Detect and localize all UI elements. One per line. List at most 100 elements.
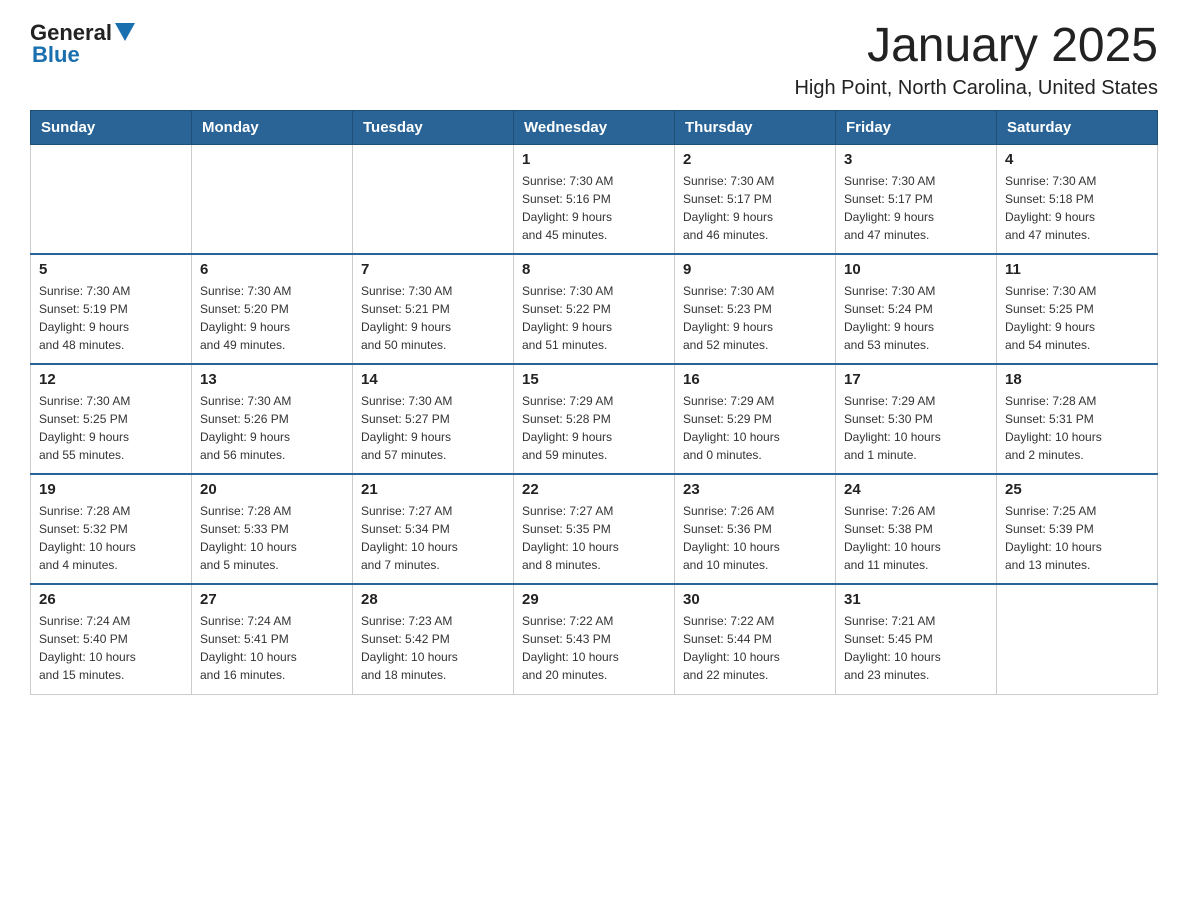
day-info: Sunrise: 7:30 AM Sunset: 5:24 PM Dayligh… [844, 282, 988, 354]
calendar-cell [192, 144, 353, 254]
calendar-cell: 31Sunrise: 7:21 AM Sunset: 5:45 PM Dayli… [836, 584, 997, 694]
calendar-cell: 5 Sunrise: 7:30 AM Sunset: 5:19 PM Daylig… [31, 254, 192, 364]
calendar-cell: 8Sunrise: 7:30 AM Sunset: 5:22 PM Daylig… [514, 254, 675, 364]
calendar-cell: 1Sunrise: 7:30 AM Sunset: 5:16 PM Daylig… [514, 144, 675, 254]
day-info: Sunrise: 7:24 AM Sunset: 5:40 PM Dayligh… [39, 612, 183, 684]
day-info: Sunrise: 7:26 AM Sunset: 5:38 PM Dayligh… [844, 502, 988, 574]
day-number: 23 [683, 481, 827, 498]
day-info: Sunrise: 7:30 AM Sunset: 5:21 PM Dayligh… [361, 282, 505, 354]
day-number: 8 [522, 261, 666, 278]
calendar-cell: 28 Sunrise: 7:23 AM Sunset: 5:42 PM Dayli… [353, 584, 514, 694]
day-number: 18 [1005, 371, 1149, 388]
calendar-cell: 4 Sunrise: 7:30 AM Sunset: 5:18 PM Daylig… [997, 144, 1158, 254]
calendar-cell: 6 Sunrise: 7:30 AM Sunset: 5:20 PM Daylig… [192, 254, 353, 364]
calendar-cell: 25 Sunrise: 7:25 AM Sunset: 5:39 PM Dayli… [997, 474, 1158, 584]
calendar-cell: 21 Sunrise: 7:27 AM Sunset: 5:34 PM Dayli… [353, 474, 514, 584]
day-info: Sunrise: 7:30 AM Sunset: 5:25 PM Dayligh… [1005, 282, 1149, 354]
day-number: 22 [522, 481, 666, 498]
calendar-cell: 16 Sunrise: 7:29 AM Sunset: 5:29 PM Dayli… [675, 364, 836, 474]
day-info: Sunrise: 7:29 AM Sunset: 5:28 PM Dayligh… [522, 392, 666, 464]
calendar-cell: 12 Sunrise: 7:30 AM Sunset: 5:25 PM Dayli… [31, 364, 192, 474]
calendar-cell: 30Sunrise: 7:22 AM Sunset: 5:44 PM Dayli… [675, 584, 836, 694]
day-number: 9 [683, 261, 827, 278]
calendar-day-header-thursday: Thursday [675, 110, 836, 144]
day-info: Sunrise: 7:25 AM Sunset: 5:39 PM Dayligh… [1005, 502, 1149, 574]
day-info: Sunrise: 7:30 AM Sunset: 5:25 PM Dayligh… [39, 392, 183, 464]
day-info: Sunrise: 7:29 AM Sunset: 5:29 PM Dayligh… [683, 392, 827, 464]
calendar-cell: 11 Sunrise: 7:30 AM Sunset: 5:25 PM Dayli… [997, 254, 1158, 364]
day-number: 16 [683, 371, 827, 388]
calendar-day-header-friday: Friday [836, 110, 997, 144]
day-info: Sunrise: 7:30 AM Sunset: 5:17 PM Dayligh… [844, 172, 988, 244]
calendar-day-header-monday: Monday [192, 110, 353, 144]
title-area: January 2025 High Point, North Carolina,… [794, 20, 1158, 100]
day-number: 6 [200, 261, 344, 278]
day-number: 28 [361, 591, 505, 608]
calendar-week-row: 5 Sunrise: 7:30 AM Sunset: 5:19 PM Daylig… [31, 254, 1158, 364]
calendar-cell: 18 Sunrise: 7:28 AM Sunset: 5:31 PM Dayli… [997, 364, 1158, 474]
day-number: 7 [361, 261, 505, 278]
calendar-cell: 3 Sunrise: 7:30 AM Sunset: 5:17 PM Daylig… [836, 144, 997, 254]
day-number: 19 [39, 481, 183, 498]
day-number: 31 [844, 591, 988, 608]
calendar-cell [31, 144, 192, 254]
calendar-cell [353, 144, 514, 254]
day-info: Sunrise: 7:30 AM Sunset: 5:16 PM Dayligh… [522, 172, 666, 244]
day-number: 10 [844, 261, 988, 278]
calendar-header-row: SundayMondayTuesdayWednesdayThursdayFrid… [31, 110, 1158, 144]
day-number: 25 [1005, 481, 1149, 498]
calendar-cell: 22 Sunrise: 7:27 AM Sunset: 5:35 PM Dayli… [514, 474, 675, 584]
day-info: Sunrise: 7:30 AM Sunset: 5:19 PM Dayligh… [39, 282, 183, 354]
calendar-cell: 2 Sunrise: 7:30 AM Sunset: 5:17 PM Daylig… [675, 144, 836, 254]
day-info: Sunrise: 7:30 AM Sunset: 5:18 PM Dayligh… [1005, 172, 1149, 244]
day-number: 17 [844, 371, 988, 388]
day-number: 4 [1005, 151, 1149, 168]
calendar-day-header-wednesday: Wednesday [514, 110, 675, 144]
day-info: Sunrise: 7:22 AM Sunset: 5:43 PM Dayligh… [522, 612, 666, 684]
calendar-cell: 29Sunrise: 7:22 AM Sunset: 5:43 PM Dayli… [514, 584, 675, 694]
day-number: 5 [39, 261, 183, 278]
logo-blue-text: Blue [32, 42, 80, 68]
calendar-day-header-tuesday: Tuesday [353, 110, 514, 144]
calendar-cell: 9Sunrise: 7:30 AM Sunset: 5:23 PM Daylig… [675, 254, 836, 364]
day-number: 3 [844, 151, 988, 168]
calendar-cell: 20 Sunrise: 7:28 AM Sunset: 5:33 PM Dayli… [192, 474, 353, 584]
day-number: 27 [200, 591, 344, 608]
day-info: Sunrise: 7:30 AM Sunset: 5:20 PM Dayligh… [200, 282, 344, 354]
day-info: Sunrise: 7:28 AM Sunset: 5:31 PM Dayligh… [1005, 392, 1149, 464]
day-number: 26 [39, 591, 183, 608]
day-info: Sunrise: 7:26 AM Sunset: 5:36 PM Dayligh… [683, 502, 827, 574]
month-title: January 2025 [794, 20, 1158, 73]
day-info: Sunrise: 7:27 AM Sunset: 5:35 PM Dayligh… [522, 502, 666, 574]
day-number: 20 [200, 481, 344, 498]
calendar-cell: 7 Sunrise: 7:30 AM Sunset: 5:21 PM Daylig… [353, 254, 514, 364]
day-info: Sunrise: 7:28 AM Sunset: 5:33 PM Dayligh… [200, 502, 344, 574]
day-number: 13 [200, 371, 344, 388]
day-number: 14 [361, 371, 505, 388]
day-info: Sunrise: 7:29 AM Sunset: 5:30 PM Dayligh… [844, 392, 988, 464]
day-info: Sunrise: 7:23 AM Sunset: 5:42 PM Dayligh… [361, 612, 505, 684]
day-info: Sunrise: 7:24 AM Sunset: 5:41 PM Dayligh… [200, 612, 344, 684]
logo: General Blue [30, 20, 135, 68]
day-number: 2 [683, 151, 827, 168]
calendar-cell: 10 Sunrise: 7:30 AM Sunset: 5:24 PM Dayli… [836, 254, 997, 364]
location-title: High Point, North Carolina, United State… [794, 77, 1158, 100]
calendar-cell: 13 Sunrise: 7:30 AM Sunset: 5:26 PM Dayli… [192, 364, 353, 474]
calendar-cell: 15 Sunrise: 7:29 AM Sunset: 5:28 PM Dayli… [514, 364, 675, 474]
calendar-cell: 19 Sunrise: 7:28 AM Sunset: 5:32 PM Dayli… [31, 474, 192, 584]
calendar-cell [997, 584, 1158, 694]
day-info: Sunrise: 7:28 AM Sunset: 5:32 PM Dayligh… [39, 502, 183, 574]
header: General Blue January 2025 High Point, No… [30, 20, 1158, 100]
day-number: 12 [39, 371, 183, 388]
day-info: Sunrise: 7:30 AM Sunset: 5:17 PM Dayligh… [683, 172, 827, 244]
day-info: Sunrise: 7:27 AM Sunset: 5:34 PM Dayligh… [361, 502, 505, 574]
day-info: Sunrise: 7:30 AM Sunset: 5:26 PM Dayligh… [200, 392, 344, 464]
calendar-week-row: 19 Sunrise: 7:28 AM Sunset: 5:32 PM Dayli… [31, 474, 1158, 584]
calendar-week-row: 26 Sunrise: 7:24 AM Sunset: 5:40 PM Dayli… [31, 584, 1158, 694]
calendar-cell: 26 Sunrise: 7:24 AM Sunset: 5:40 PM Dayli… [31, 584, 192, 694]
day-number: 11 [1005, 261, 1149, 278]
calendar-day-header-saturday: Saturday [997, 110, 1158, 144]
day-number: 21 [361, 481, 505, 498]
calendar-week-row: 1Sunrise: 7:30 AM Sunset: 5:16 PM Daylig… [31, 144, 1158, 254]
day-number: 15 [522, 371, 666, 388]
